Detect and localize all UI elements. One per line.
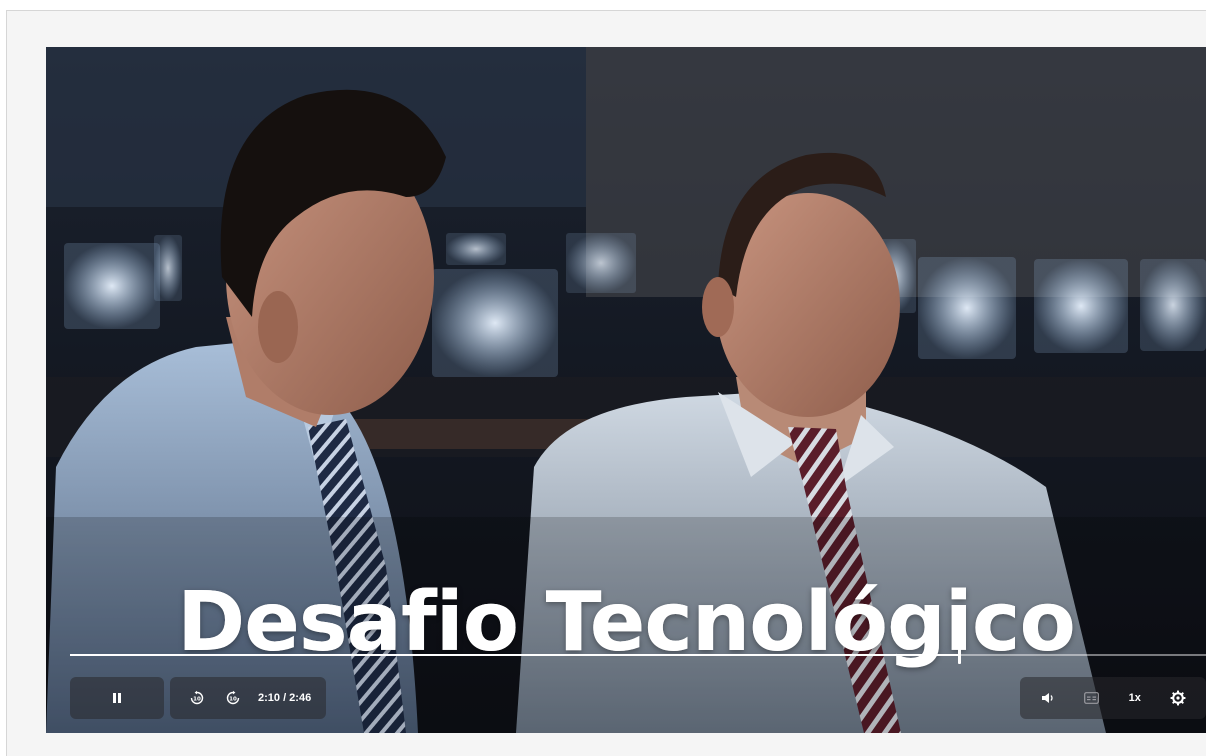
rewind-10-icon[interactable]: 10 bbox=[184, 685, 210, 711]
svg-text:10: 10 bbox=[193, 697, 201, 703]
player-settings-controls: 1x bbox=[1020, 677, 1206, 719]
video-player[interactable]: Desafio Tecnológico 10 10 2:10 / 2:46 1x bbox=[46, 47, 1206, 733]
volume-icon[interactable] bbox=[1035, 685, 1061, 711]
time-display: 2:10 / 2:46 bbox=[258, 692, 312, 704]
playback-speed-button[interactable]: 1x bbox=[1122, 685, 1148, 711]
progress-bar[interactable] bbox=[70, 646, 1206, 664]
captions-icon[interactable] bbox=[1078, 685, 1104, 711]
svg-text:10: 10 bbox=[229, 697, 237, 703]
speed-label: 1x bbox=[1128, 692, 1141, 704]
progress-handle[interactable] bbox=[958, 646, 961, 664]
play-pause-control bbox=[70, 677, 164, 719]
gear-icon[interactable] bbox=[1165, 685, 1191, 711]
progress-fill bbox=[70, 654, 959, 656]
forward-10-icon[interactable]: 10 bbox=[220, 685, 246, 711]
time-controls: 10 10 2:10 / 2:46 bbox=[170, 677, 326, 719]
pause-icon[interactable] bbox=[104, 685, 130, 711]
